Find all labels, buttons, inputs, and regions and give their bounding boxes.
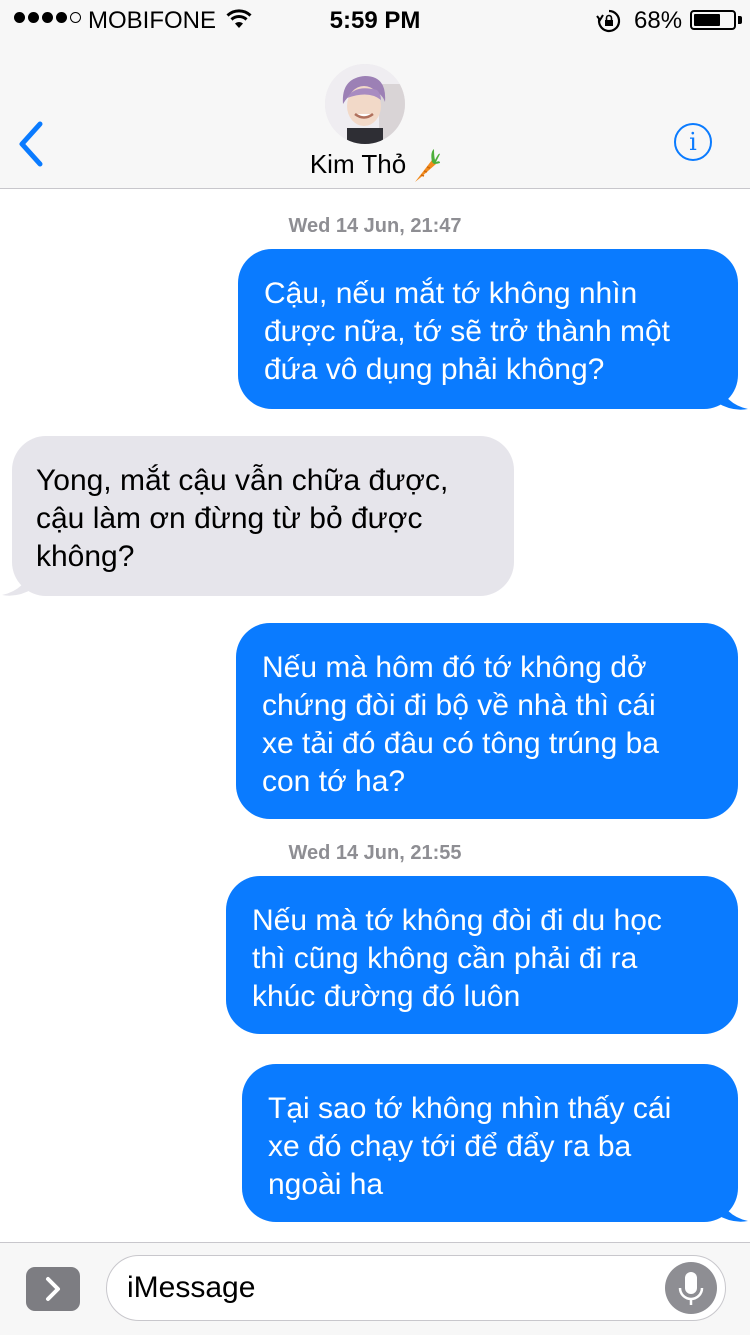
message-line: được nữa, tớ sẽ trở thành một — [264, 315, 671, 348]
message-timestamp: Wed 14 Jun, 21:47 — [288, 215, 462, 237]
conversation-header: MOBIFONE 5:59 PM 68% Kim Thỏ i — [0, 0, 750, 189]
contact-avatar[interactable] — [325, 64, 405, 144]
microphone-icon — [678, 1272, 704, 1305]
message-line: thì cũng không cần phải đi ra — [252, 942, 638, 975]
message-line: ngoài ha — [268, 1168, 384, 1201]
chevron-right-icon — [46, 1277, 60, 1301]
message-line: đứa vô dụng phải không? — [264, 353, 605, 386]
contact-name[interactable]: Kim Thỏ — [0, 148, 750, 184]
message-line: con tớ ha? — [262, 765, 406, 798]
microphone-button[interactable] — [665, 1262, 717, 1314]
battery-icon — [690, 10, 736, 30]
message-line: Cậu, nếu mắt tớ không nhìn — [264, 277, 638, 310]
message-line: chứng đòi đi bộ về nhà thì cái — [262, 689, 656, 722]
message-timestamp: Wed 14 Jun, 21:55 — [288, 842, 462, 864]
bubble-tail — [2, 564, 34, 596]
message-line: Tại sao tớ không nhìn thấy cái — [268, 1092, 672, 1125]
message-line: khúc đường đó luôn — [252, 980, 521, 1013]
message-line: không? — [36, 540, 135, 573]
bubble-tail — [716, 378, 748, 410]
bubble-tail — [716, 1190, 748, 1222]
message-line: Nếu mà hôm đó tớ không dở — [262, 651, 647, 684]
outgoing-message-bubble[interactable]: Nếu mà tớ không đòi đi du học thì cũng k… — [226, 876, 738, 1034]
message-line: xe tải đó đâu có tông trúng ba — [262, 727, 659, 760]
outgoing-message-bubble[interactable]: Cậu, nếu mắt tớ không nhìn được nữa, tớ … — [238, 249, 738, 409]
message-line: Nếu mà tớ không đòi đi du học — [252, 904, 662, 937]
contact-name-label: Kim Thỏ — [309, 148, 407, 179]
status-bar: MOBIFONE 5:59 PM 68% — [0, 0, 750, 40]
battery-percentage: 68% — [634, 7, 683, 34]
carrot-icon — [412, 148, 441, 184]
outgoing-message-bubble[interactable]: Tại sao tớ không nhìn thấy cái xe đó chạ… — [242, 1064, 738, 1222]
message-input-bar: iMessage — [0, 1242, 750, 1335]
imessage-placeholder: iMessage — [127, 1271, 256, 1304]
info-button[interactable]: i — [674, 123, 712, 161]
info-icon: i — [689, 128, 697, 156]
message-line: cậu làm ơn đừng từ bỏ được — [36, 502, 423, 535]
imessage-input[interactable]: iMessage — [106, 1255, 726, 1321]
message-line: xe đó chạy tới để đẩy ra ba — [268, 1130, 632, 1163]
apps-button[interactable] — [26, 1267, 80, 1311]
outgoing-message-bubble[interactable]: Nếu mà hôm đó tớ không dở chứng đòi đi b… — [236, 623, 738, 819]
message-line: Yong, mắt cậu vẫn chữa được, — [36, 464, 449, 497]
rotation-lock-icon — [596, 8, 622, 41]
incoming-message-bubble[interactable]: Yong, mắt cậu vẫn chữa được, cậu làm ơn … — [12, 436, 514, 596]
